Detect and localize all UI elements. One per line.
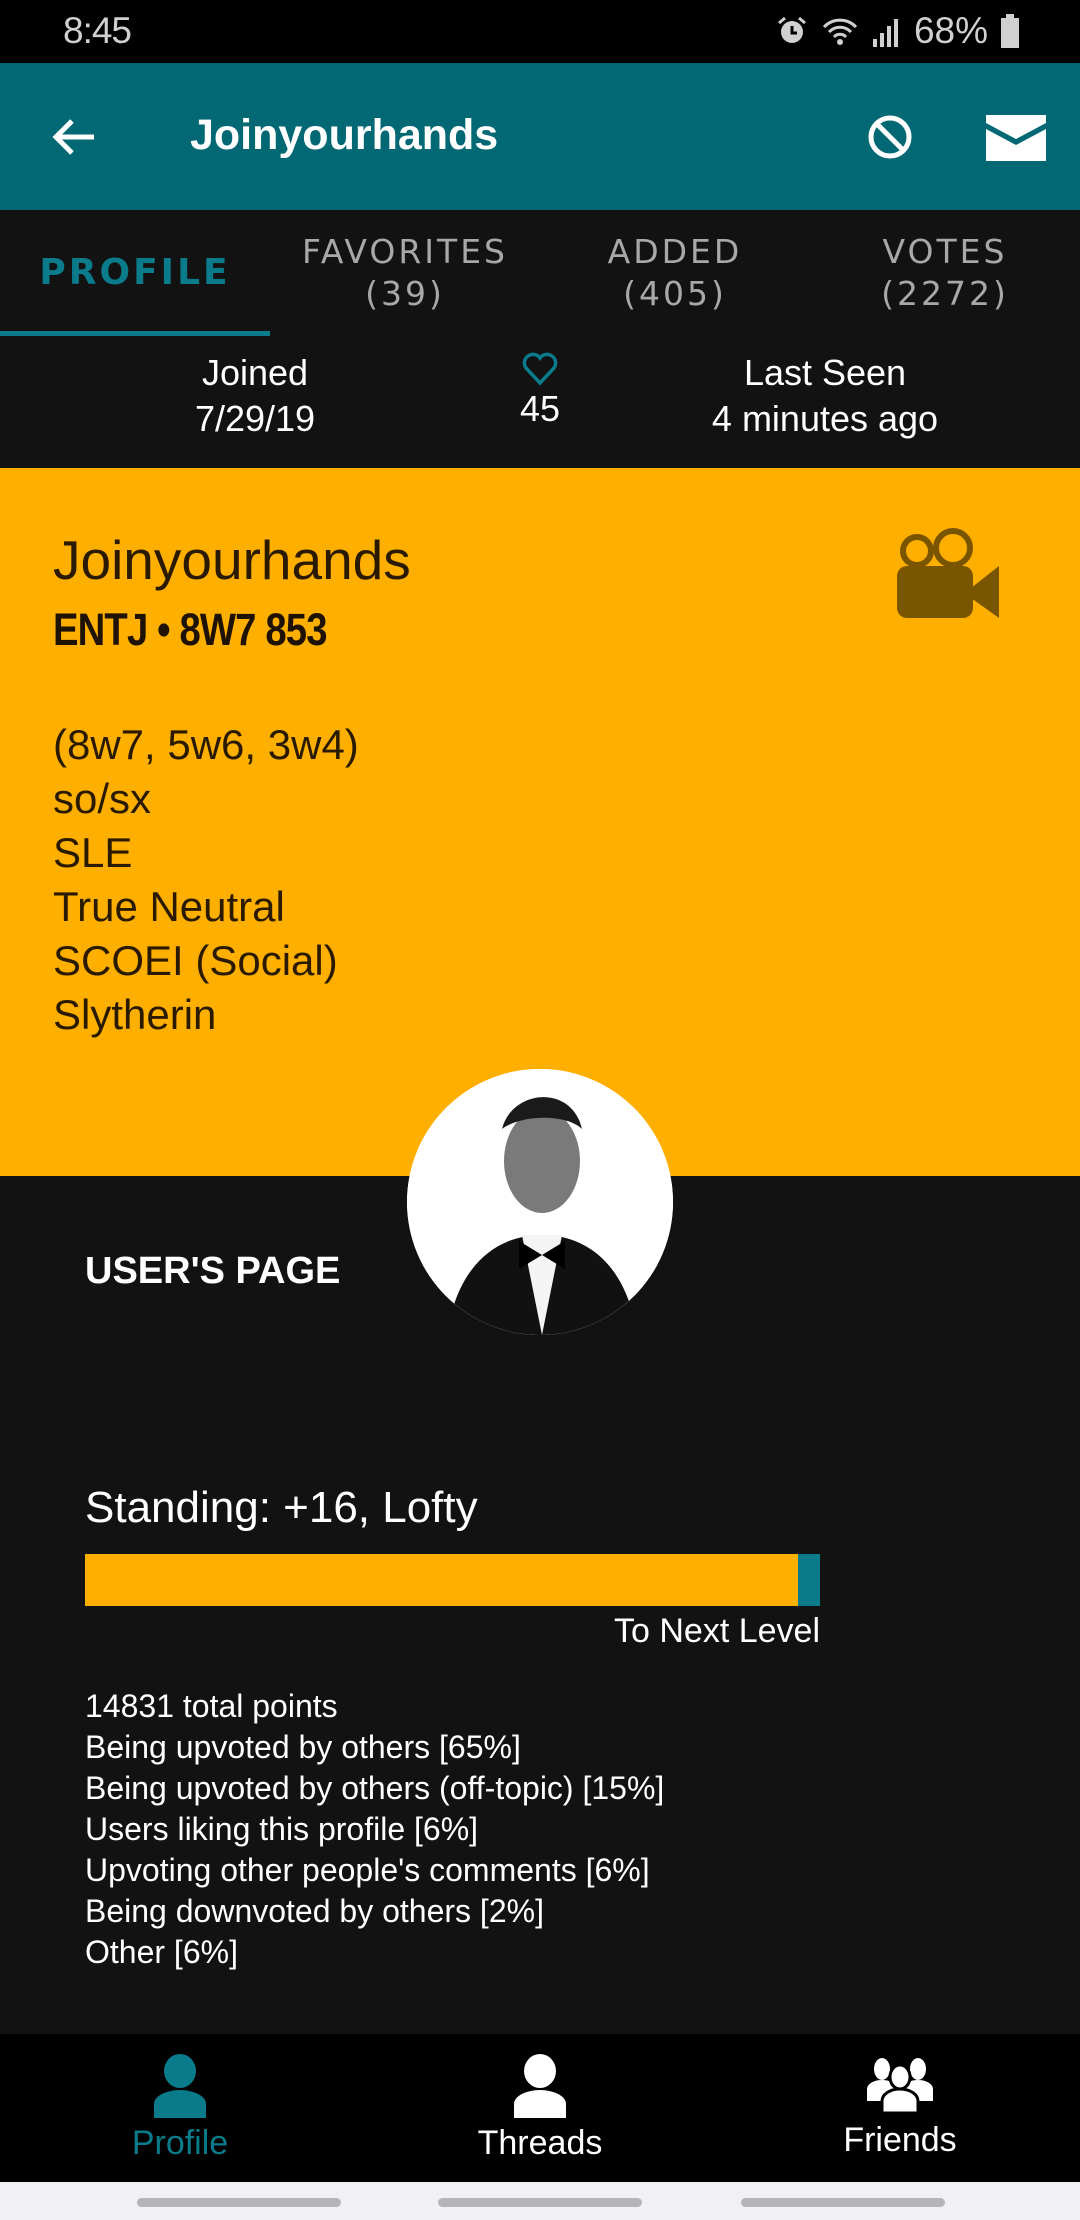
- points-item: Upvoting other people's comments [6%]: [85, 1852, 650, 1888]
- standing-text: Standing: +16, Lofty: [85, 1483, 478, 1532]
- points-item: Being downvoted by others [2%]: [85, 1893, 544, 1929]
- tab-added[interactable]: ADDED (405): [540, 210, 810, 336]
- standing-progress-bar: [85, 1554, 820, 1606]
- joined-stat: Joined 7/29/19: [150, 350, 360, 442]
- joined-date: 7/29/19: [194, 398, 316, 439]
- last-seen-label: Last Seen: [743, 352, 907, 393]
- trait: True Neutral: [53, 883, 285, 930]
- likes-count: 45: [519, 388, 561, 429]
- total-points: 14831 total points: [85, 1688, 338, 1724]
- last-seen-value: 4 minutes ago: [711, 398, 939, 439]
- system-nav-bar: [0, 2182, 1080, 2220]
- system-nav-recents[interactable]: [137, 2198, 341, 2207]
- points-breakdown: 14831 total points Being upvoted by othe…: [85, 1686, 664, 1973]
- heart-icon[interactable]: [521, 350, 559, 386]
- tab-label: FAVORITES: [301, 232, 508, 271]
- tab-count: (405): [623, 274, 727, 313]
- nav-label: Profile: [131, 2123, 229, 2162]
- video-camera-icon[interactable]: [895, 526, 1003, 620]
- person-icon: [154, 2053, 206, 2118]
- traits-list: (8w7, 5w6, 3w4) so/sx SLE True Neutral S…: [53, 718, 359, 1042]
- last-seen-stat: Last Seen 4 minutes ago: [680, 350, 970, 442]
- tab-favorites[interactable]: FAVORITES (39): [270, 210, 540, 336]
- trait: SLE: [53, 829, 133, 876]
- likes-stat[interactable]: 45: [500, 350, 580, 432]
- nav-friends[interactable]: Friends: [720, 2034, 1080, 2182]
- next-level-label: To Next Level: [614, 1612, 820, 1650]
- bottom-nav: Profile Threads Friends: [0, 2034, 1080, 2182]
- avatar[interactable]: [407, 1069, 673, 1335]
- tab-label: PROFILE: [39, 252, 231, 293]
- back-arrow-icon[interactable]: [46, 109, 102, 165]
- system-nav-back[interactable]: [741, 2198, 945, 2207]
- nav-label: Friends: [843, 2120, 957, 2159]
- person-icon: [514, 2053, 566, 2118]
- status-time: 8:45: [63, 10, 132, 51]
- stats-row: Joined 7/29/19 45 Last Seen 4 minutes ag…: [0, 336, 1080, 468]
- tab-votes[interactable]: VOTES (2272): [810, 210, 1080, 336]
- avatar-image: [407, 1069, 673, 1335]
- standing-progress-fill: [85, 1554, 798, 1606]
- signal-icon: [872, 19, 898, 47]
- tab-count: (2272): [881, 274, 1009, 313]
- nav-profile[interactable]: Profile: [0, 2034, 360, 2182]
- nav-threads[interactable]: Threads: [360, 2034, 720, 2182]
- trait: Slytherin: [53, 991, 217, 1038]
- app-bar: Joinyourhands: [0, 63, 1080, 210]
- points-item: Other [6%]: [85, 1934, 238, 1970]
- profile-type: ENTJ • 8W7 853: [53, 604, 327, 655]
- tab-label: VOTES: [882, 232, 1008, 271]
- group-icon: [867, 2057, 933, 2114]
- tab-label: ADDED: [607, 232, 743, 271]
- points-item: Users liking this profile [6%]: [85, 1811, 479, 1847]
- joined-label: Joined: [201, 352, 309, 393]
- app-title: Joinyourhands: [190, 111, 499, 159]
- trait: so/sx: [53, 775, 152, 822]
- users-page-link[interactable]: USER'S PAGE: [85, 1250, 340, 1293]
- status-bar: 8:45 68%: [0, 0, 1080, 63]
- trait: SCOEI (Social): [53, 937, 338, 984]
- trait: (8w7, 5w6, 3w4): [53, 721, 359, 768]
- nav-label: Threads: [477, 2123, 603, 2162]
- status-icons: 68%: [776, 10, 1020, 52]
- wifi-icon: [822, 18, 858, 45]
- tab-bar: PROFILE FAVORITES (39) ADDED (405) VOTES…: [0, 210, 1080, 336]
- tab-profile[interactable]: PROFILE: [0, 210, 270, 336]
- system-nav-home[interactable]: [438, 2198, 642, 2207]
- profile-name: Joinyourhands: [53, 529, 411, 591]
- battery-icon: [1001, 14, 1019, 48]
- block-icon[interactable]: [864, 111, 916, 163]
- alarm-icon: [777, 16, 806, 43]
- points-item: Being upvoted by others (off-topic) [15%…: [85, 1770, 665, 1806]
- tab-count: (39): [365, 274, 445, 313]
- battery-percent: 68%: [913, 10, 988, 51]
- mail-icon[interactable]: [984, 109, 1048, 165]
- points-item: Being upvoted by others [65%]: [85, 1729, 521, 1765]
